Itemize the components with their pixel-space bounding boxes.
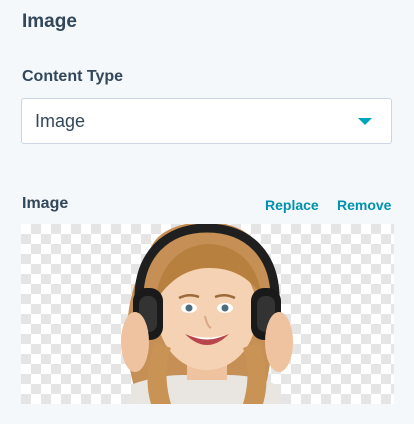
replace-image-link[interactable]: Replace: [265, 197, 319, 213]
caret-down-icon: [358, 118, 372, 125]
content-type-selected-value: Image: [35, 111, 86, 131]
remove-image-link[interactable]: Remove: [337, 197, 391, 213]
content-type-select[interactable]: Image: [21, 98, 392, 144]
image-label: Image: [22, 195, 69, 212]
content-type-label: Content Type: [22, 68, 124, 85]
panel-title: Image: [22, 11, 77, 32]
girl-with-headphones-image: [121, 224, 293, 404]
image-preview: [21, 224, 394, 404]
